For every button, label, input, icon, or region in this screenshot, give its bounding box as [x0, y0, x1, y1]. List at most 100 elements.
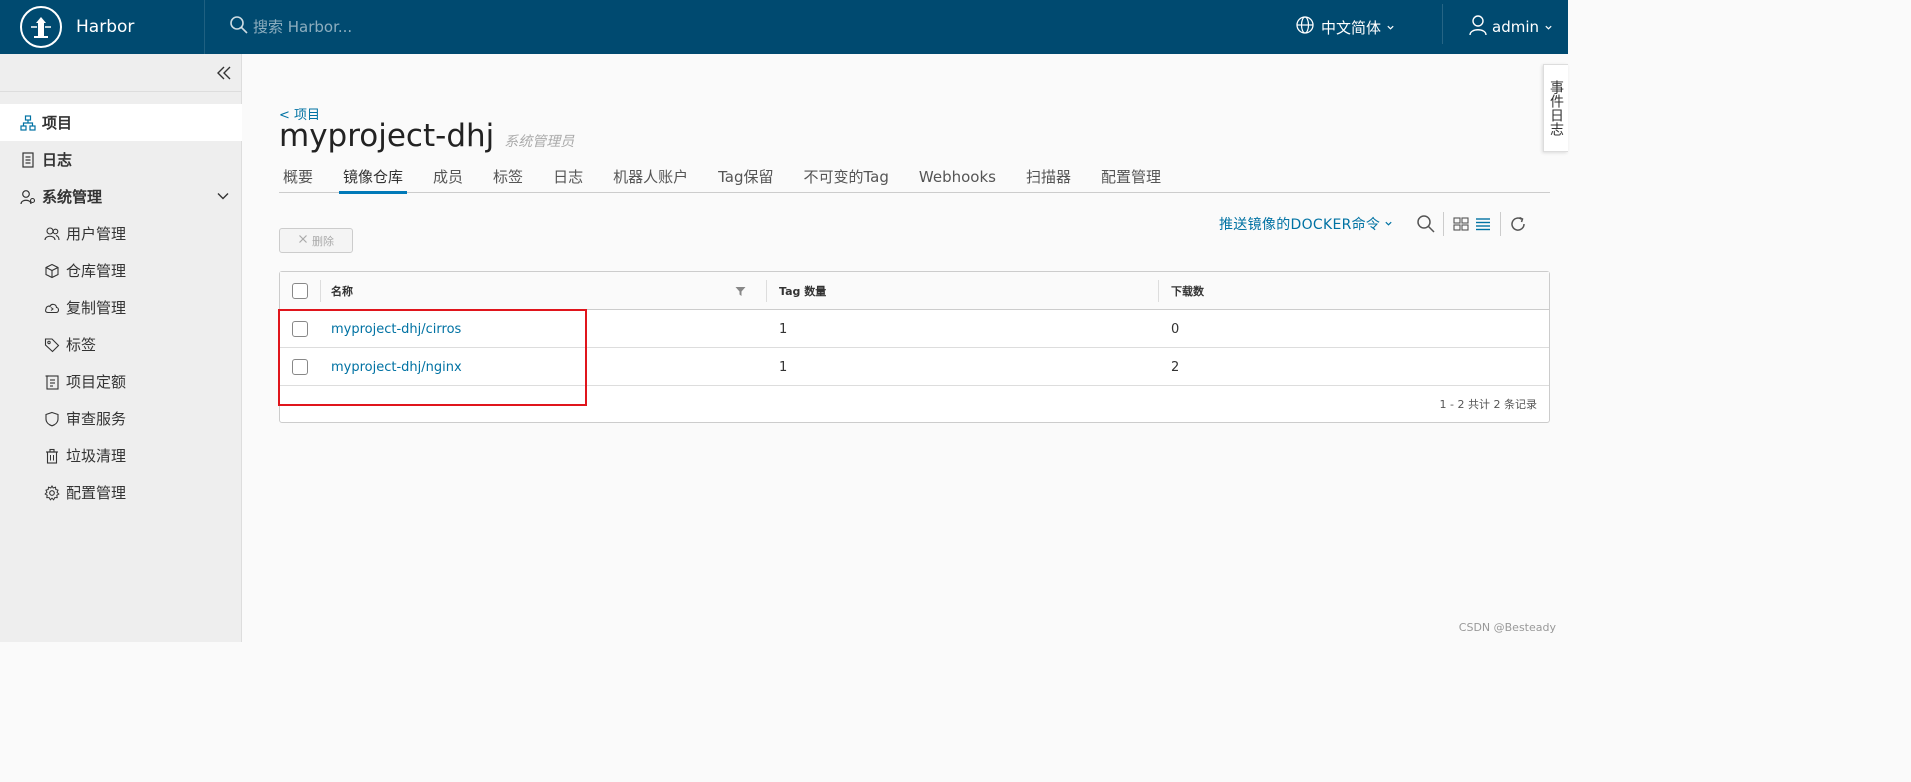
language-selector[interactable]: 中文简体 — [1295, 0, 1395, 54]
collapse-sidebar-icon[interactable] — [214, 63, 234, 83]
log-icon — [20, 151, 36, 168]
registry-icon — [44, 263, 60, 279]
watermark: CSDN @Besteady — [1458, 621, 1556, 634]
chevron-down-icon — [1386, 18, 1395, 36]
toolbar-divider — [1500, 212, 1501, 236]
chevron-down-icon — [1384, 216, 1393, 232]
repository-link[interactable]: myproject-dhj/cirros — [331, 322, 461, 337]
sidebar-item-labels[interactable]: 标签 — [0, 326, 242, 363]
column-header-tag-count[interactable]: Tag 数量 — [779, 272, 826, 310]
table-row: myproject-dhj/nginx 1 2 — [280, 348, 1549, 386]
list-view-icon[interactable] — [1472, 213, 1494, 235]
repository-link[interactable]: myproject-dhj/nginx — [331, 360, 462, 375]
main-content: < 项目 myproject-dhj 系统管理员 概要 镜像仓库 成员 标签 日… — [242, 54, 1568, 642]
tag-count-cell: 1 — [779, 359, 788, 375]
repositories-table: 名称 Tag 数量 下载数 myproject-dhj/cirros 1 0 m… — [279, 271, 1550, 423]
app-title: Harbor — [76, 17, 135, 37]
page-title: myproject-dhj — [279, 118, 495, 154]
tab-summary[interactable]: 概要 — [279, 160, 317, 193]
push-command-dropdown[interactable]: 推送镜像的DOCKER命令 — [1219, 214, 1393, 234]
project-icon — [20, 114, 36, 131]
pull-count-cell: 0 — [1171, 321, 1180, 337]
trash-icon — [44, 448, 60, 464]
user-menu[interactable]: admin — [1468, 0, 1553, 54]
header-divider — [1442, 4, 1443, 44]
tab-scanner[interactable]: 扫描器 — [1022, 160, 1075, 193]
sidebar-item-administration[interactable]: 系统管理 — [0, 178, 242, 215]
tab-repositories[interactable]: 镜像仓库 — [339, 160, 408, 194]
sidebar-item-project-quotas[interactable]: 项目定额 — [0, 363, 242, 400]
card-view-icon[interactable] — [1450, 213, 1472, 235]
role-label: 系统管理员 — [504, 134, 575, 150]
column-divider — [320, 280, 321, 302]
select-all-checkbox[interactable] — [292, 283, 308, 299]
users-icon — [44, 226, 60, 242]
row-checkbox[interactable] — [292, 321, 308, 337]
top-header: Harbor 中文简体 admin — [0, 0, 1568, 54]
event-log-tab[interactable]: 事件日志 — [1543, 64, 1568, 152]
tab-labels[interactable]: 标签 — [489, 160, 527, 193]
sidebar-item-projects[interactable]: 项目 — [0, 104, 242, 141]
shield-icon — [44, 411, 60, 427]
column-divider — [1158, 280, 1159, 302]
search-icon[interactable] — [1415, 213, 1437, 235]
sidebar-item-label: 用户管理 — [66, 225, 127, 243]
sidebar-item-configuration[interactable]: 配置管理 — [0, 474, 242, 511]
sidebar-item-garbage-collection[interactable]: 垃圾清理 — [0, 437, 242, 474]
gear-icon — [44, 484, 60, 501]
delete-label: 删除 — [312, 234, 334, 248]
sidebar-item-logs[interactable]: 日志 — [0, 141, 242, 178]
filter-icon[interactable] — [735, 272, 746, 310]
delete-button[interactable]: 删除 — [279, 228, 353, 253]
brand[interactable]: Harbor — [0, 0, 205, 54]
row-select-cell — [292, 348, 308, 386]
sidebar-item-label: 复制管理 — [66, 299, 127, 317]
column-divider — [766, 280, 767, 302]
table-header: 名称 Tag 数量 下载数 — [280, 272, 1549, 310]
tab-webhooks[interactable]: Webhooks — [915, 160, 1000, 193]
pull-count-cell: 2 — [1171, 359, 1180, 375]
quota-icon — [44, 374, 60, 390]
globe-icon — [1295, 15, 1315, 39]
push-command-label: 推送镜像的DOCKER命令 — [1219, 217, 1381, 233]
sidebar-item-label: 配置管理 — [66, 484, 127, 502]
title-row: myproject-dhj 系统管理员 — [279, 118, 574, 154]
table-row: myproject-dhj/cirros 1 0 — [280, 310, 1549, 348]
sidebar-item-label: 日志 — [42, 151, 73, 169]
sidebar-item-label: 垃圾清理 — [66, 447, 127, 465]
tab-logs[interactable]: 日志 — [549, 160, 587, 193]
user-icon — [1468, 14, 1488, 40]
admin-icon — [20, 189, 36, 205]
toolbar-icons — [1415, 211, 1529, 237]
sidebar-item-label: 仓库管理 — [66, 262, 127, 280]
sidebar-item-replications[interactable]: 复制管理 — [0, 289, 242, 326]
tag-count-cell: 1 — [779, 321, 788, 337]
column-header-name[interactable]: 名称 — [331, 272, 353, 310]
tag-icon — [44, 337, 60, 353]
global-search[interactable] — [229, 0, 629, 54]
chevron-down-icon — [216, 189, 230, 207]
sidebar-item-users[interactable]: 用户管理 — [0, 215, 242, 252]
search-input[interactable] — [253, 18, 553, 36]
toolbar-divider — [1443, 212, 1444, 236]
sidebar: 项目 日志 系统管理 用户管理 仓库管理 复制管理 标签 项目定额 审查服务 垃… — [0, 54, 242, 642]
replication-icon — [44, 300, 60, 316]
refresh-icon[interactable] — [1507, 213, 1529, 235]
tab-configuration[interactable]: 配置管理 — [1097, 160, 1165, 193]
tab-members[interactable]: 成员 — [429, 160, 467, 193]
harbor-logo-icon — [20, 6, 62, 48]
tab-tag-retention[interactable]: Tag保留 — [714, 160, 777, 193]
row-select-cell — [292, 310, 308, 348]
table-footer: 1 - 2 共计 2 条记录 — [1439, 398, 1537, 411]
column-header-pull-count[interactable]: 下载数 — [1171, 272, 1204, 310]
sidebar-item-registries[interactable]: 仓库管理 — [0, 252, 242, 289]
chevron-down-icon — [1544, 18, 1553, 36]
project-tabs: 概要 镜像仓库 成员 标签 日志 机器人账户 Tag保留 不可变的Tag Web… — [279, 160, 1550, 194]
sidebar-item-interrogation-services[interactable]: 审查服务 — [0, 400, 242, 437]
user-name: admin — [1492, 18, 1539, 36]
row-checkbox[interactable] — [292, 359, 308, 375]
tab-immutable-tag[interactable]: 不可变的Tag — [800, 160, 893, 193]
tab-robot-accounts[interactable]: 机器人账户 — [609, 160, 692, 193]
repository-name-cell: myproject-dhj/cirros — [331, 310, 461, 348]
sidebar-divider — [0, 91, 242, 92]
